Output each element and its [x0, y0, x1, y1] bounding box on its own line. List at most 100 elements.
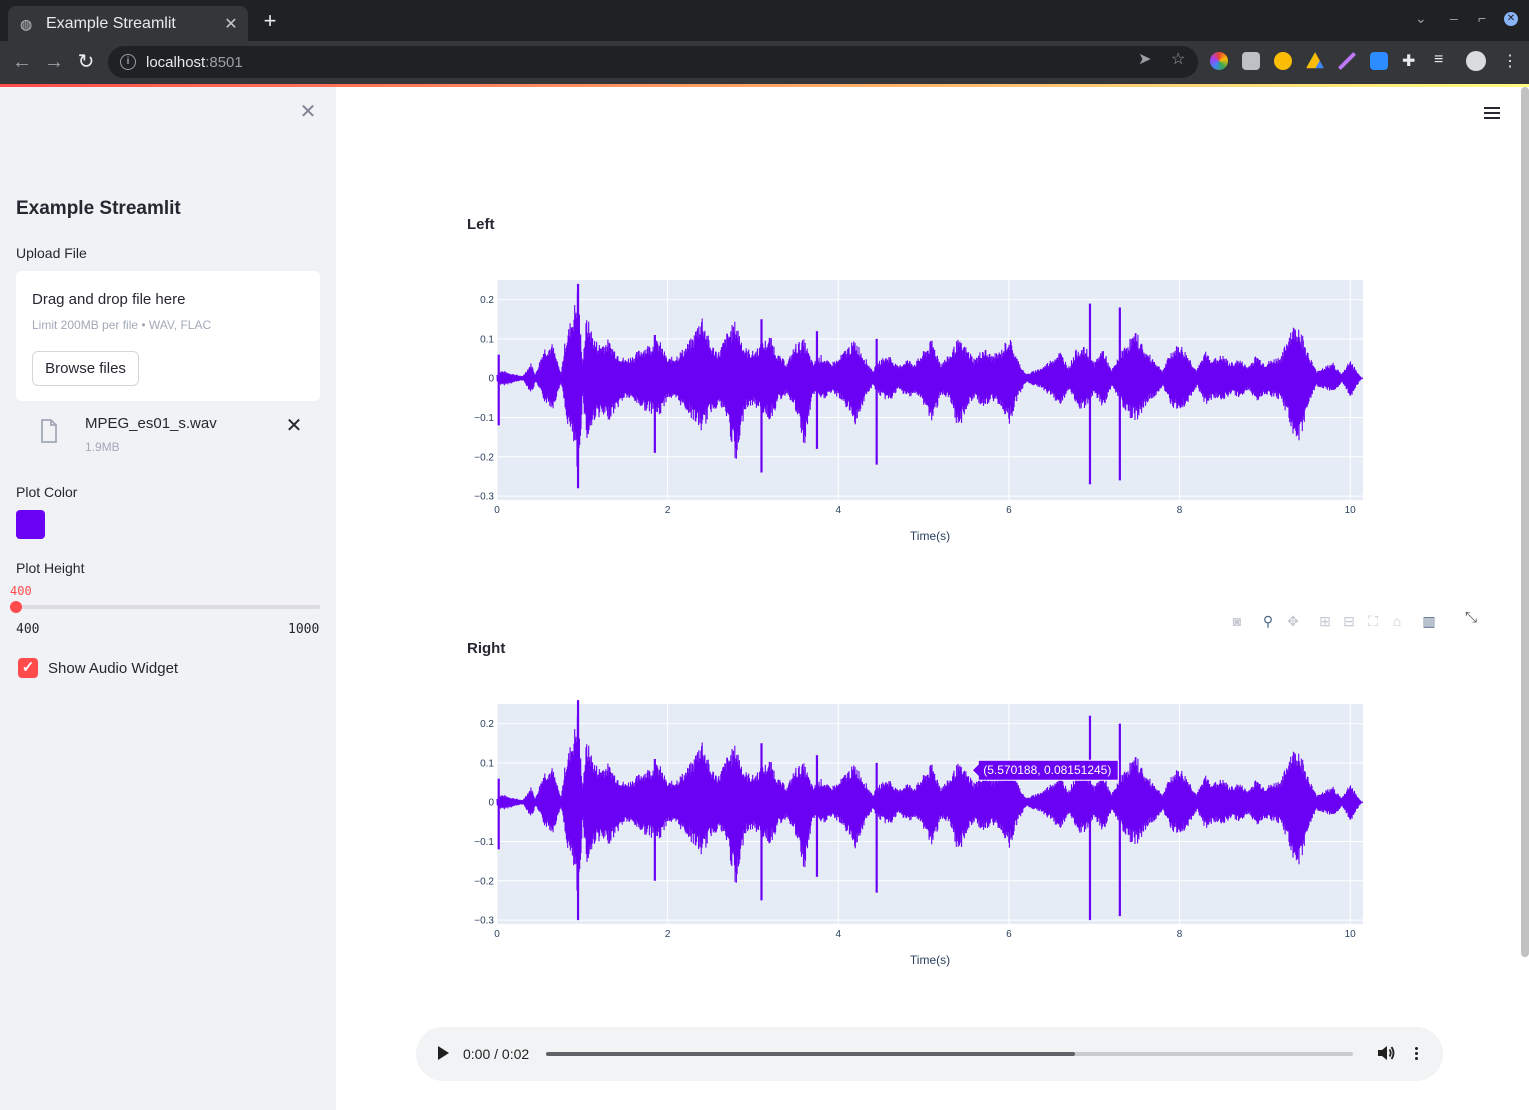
avatar[interactable]	[1466, 51, 1486, 71]
audio-seek-bar[interactable]	[546, 1052, 1353, 1056]
audio-seek-fill	[546, 1052, 1075, 1056]
media-control-icon[interactable]: ≡	[1434, 51, 1443, 69]
show-audio-label: Show Audio Widget	[48, 660, 179, 677]
sidebar-close-icon[interactable]: ✕	[297, 101, 319, 123]
puzzle-icon[interactable]: ✚	[1402, 51, 1415, 71]
file-icon	[41, 419, 57, 443]
browser-menu-icon[interactable]: ⋮	[1502, 51, 1518, 71]
dropzone-limit: Limit 200MB per file • WAV, FLAC	[32, 318, 212, 332]
main-menu-icon[interactable]	[1484, 104, 1502, 122]
restore-icon[interactable]: ⌐	[1478, 10, 1486, 26]
x-axis-label: Time(s)	[910, 529, 950, 543]
browser-toolbar: ← → ↻ i localhost:8501 ➤ ☆ ✚ ≡ ⋮	[0, 41, 1529, 84]
browser-tabbar: ◍ Example Streamlit ✕ + ⌄ ‒ ⌐ ✕	[0, 0, 1529, 41]
sidebar-title: Example Streamlit	[16, 198, 181, 219]
plot-color-label: Plot Color	[16, 484, 78, 500]
right-plot-title: Right	[467, 640, 506, 657]
show-audio-checkbox[interactable]: ✓	[18, 658, 38, 678]
delete-file-icon[interactable]: ✕	[284, 413, 304, 438]
x-tick-label: 10	[1345, 505, 1357, 516]
x-tick-label: 8	[1177, 505, 1183, 516]
feather-icon[interactable]	[1338, 52, 1356, 70]
plotly-logo-icon[interactable]: ▥	[1420, 612, 1438, 630]
x-tick-label: 4	[835, 505, 841, 516]
x-tick-label: 2	[665, 929, 671, 940]
y-tick-label: −0.1	[474, 837, 494, 848]
address-bar[interactable]: i localhost:8501	[108, 46, 1198, 78]
left-plot-title: Left	[467, 216, 495, 233]
right-waveform-chart[interactable]: 0 2 4 6 8 10 0.2 0.1 0 −0.1 −0.2 −0.3 Time(s) (5.5701…	[460, 694, 1380, 984]
extension-icon[interactable]	[1242, 52, 1260, 70]
minimize-icon[interactable]: ‒	[1450, 10, 1458, 26]
url-host: localhost	[146, 53, 206, 71]
play-icon[interactable]	[438, 1046, 449, 1060]
y-tick-label: −0.1	[474, 413, 494, 424]
back-icon[interactable]: ←	[10, 51, 34, 73]
slider-min: 400	[16, 622, 40, 637]
file-name: MPEG_es01_s.wav	[85, 415, 217, 432]
plot-modebar: ◙ ⚲ ✥ ⊞ ⊟ ⛶ ⌂ ▥	[1226, 610, 1441, 632]
hover-tooltip: (5.570188, 0.08151245)	[971, 759, 1119, 781]
x-tick-label: 0	[494, 505, 500, 516]
sidebar: ✕ Example Streamlit Upload File Drag and…	[0, 87, 336, 1110]
volume-icon[interactable]	[1376, 1043, 1396, 1063]
tab-search-icon[interactable]: ⌄	[1415, 10, 1427, 27]
y-tick-label: 0.2	[480, 295, 494, 306]
file-dropzone[interactable]: Drag and drop file here Limit 200MB per …	[16, 271, 320, 401]
x-tick-label: 6	[1006, 929, 1012, 940]
x-tick-label: 2	[665, 505, 671, 516]
plot-height-label: Plot Height	[16, 560, 85, 576]
slider-thumb[interactable]	[10, 601, 22, 613]
y-tick-label: 0.2	[480, 719, 494, 730]
reload-icon[interactable]: ↻	[74, 51, 98, 73]
fullscreen-icon[interactable]: ⤡	[1461, 609, 1481, 629]
browse-files-button[interactable]: Browse files	[32, 351, 139, 386]
x-tick-label: 8	[1177, 929, 1183, 940]
y-tick-label: 0	[488, 798, 494, 809]
reset-axes-icon[interactable]: ⌂	[1388, 612, 1406, 630]
forward-icon[interactable]: →	[42, 51, 66, 73]
x-tick-label: 6	[1006, 505, 1012, 516]
color-picker-swatch[interactable]	[16, 510, 45, 539]
tooltip-text: (5.570188, 0.08151245)	[983, 763, 1111, 777]
left-waveform-chart[interactable]: 0 2 4 6 8 10 0.2 0.1 0 −0.1 −0.2 −0.3 Time(s)	[460, 270, 1380, 560]
color-picker-extension-icon[interactable]	[1210, 52, 1228, 70]
chrome-extension-icon[interactable]	[1274, 52, 1292, 70]
zoom-in-icon[interactable]: ⊞	[1316, 612, 1334, 630]
slider-max: 1000	[288, 622, 320, 637]
dropzone-text: Drag and drop file here	[32, 291, 186, 308]
pan-icon[interactable]: ✥	[1284, 612, 1302, 630]
audio-time: 0:00 / 0:02	[463, 1046, 530, 1062]
audio-player: 0:00 / 0:02	[416, 1027, 1443, 1081]
autoscale-icon[interactable]: ⛶	[1364, 612, 1382, 630]
y-tick-label: −0.3	[474, 916, 494, 927]
y-tick-label: 0.1	[480, 334, 494, 345]
zoom-icon[interactable]: ⚲	[1259, 612, 1277, 630]
audio-more-icon[interactable]	[1413, 1045, 1419, 1063]
uploaded-file: MPEG_es01_s.wav 1.9MB ✕	[16, 411, 320, 461]
window-close-icon[interactable]: ✕	[1504, 12, 1518, 26]
star-icon[interactable]: ☆	[1171, 49, 1185, 69]
browser-tab[interactable]: ◍ Example Streamlit ✕	[8, 6, 248, 41]
x-axis-label: Time(s)	[910, 953, 950, 967]
globe-icon: ◍	[20, 15, 33, 32]
zoom-extension-icon[interactable]	[1370, 52, 1388, 70]
drive-icon[interactable]	[1306, 52, 1324, 69]
new-tab-button[interactable]: +	[258, 10, 282, 32]
tab-close-icon[interactable]: ✕	[220, 14, 242, 34]
y-tick-label: 0.1	[480, 758, 494, 769]
url-port: :8501	[205, 53, 243, 71]
page-scrollbar[interactable]	[1521, 87, 1529, 957]
camera-icon[interactable]: ◙	[1228, 612, 1246, 630]
y-tick-label: −0.2	[474, 452, 494, 463]
site-info-icon[interactable]: i	[120, 54, 136, 70]
x-tick-label: 10	[1345, 929, 1357, 940]
file-size: 1.9MB	[85, 440, 120, 454]
x-tick-label: 4	[835, 929, 841, 940]
zoom-out-icon[interactable]: ⊟	[1340, 612, 1358, 630]
x-tick-label: 0	[494, 929, 500, 940]
y-tick-label: 0	[488, 374, 494, 385]
url-text: localhost:8501	[146, 54, 243, 71]
slider-track[interactable]	[16, 605, 320, 609]
send-icon[interactable]: ➤	[1138, 49, 1151, 69]
